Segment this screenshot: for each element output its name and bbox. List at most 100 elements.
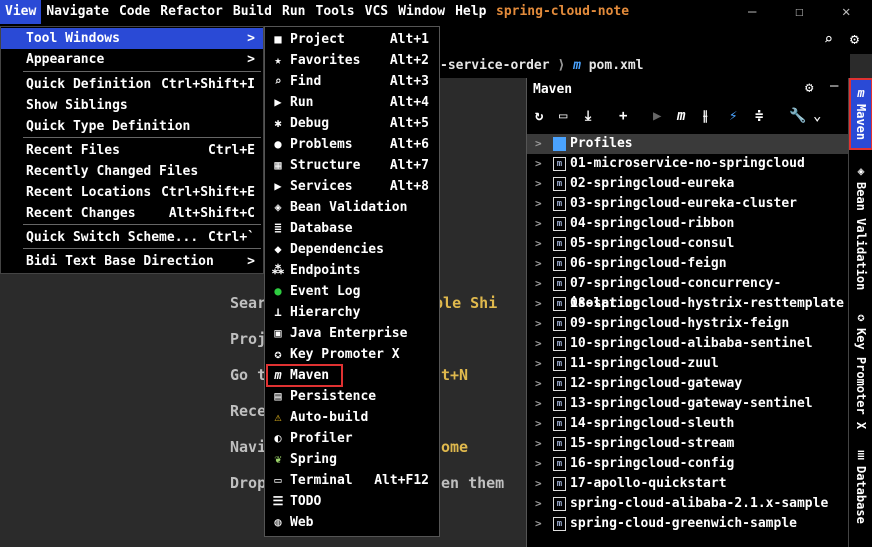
- menu-help[interactable]: Help: [450, 0, 491, 24]
- maven-project-row[interactable]: > m 01-microservice-no-springcloud: [527, 154, 849, 174]
- view-menu-item[interactable]: Recent Files Ctrl+E: [1, 140, 263, 161]
- tool-window-item[interactable]: ▦ Structure Alt+7: [265, 155, 439, 176]
- view-menu-item[interactable]: Show Siblings: [1, 95, 263, 116]
- chevron-right-icon[interactable]: >: [535, 234, 542, 254]
- chevron-right-icon[interactable]: >: [535, 374, 542, 394]
- tool-window-item[interactable]: ▣ Java Enterprise: [265, 323, 439, 344]
- chevron-right-icon[interactable]: >: [535, 354, 542, 374]
- menu-vcs[interactable]: VCS: [360, 0, 393, 24]
- chevron-right-icon[interactable]: >: [535, 394, 542, 414]
- menu-build[interactable]: Build: [228, 0, 277, 24]
- chevron-right-icon[interactable]: >: [535, 274, 542, 294]
- minimize-icon[interactable]: —: [830, 78, 838, 94]
- tool-window-item[interactable]: ◆ Dependencies: [265, 239, 439, 260]
- tool-window-item[interactable]: ▤ Persistence: [265, 386, 439, 407]
- tool-window-item[interactable]: ⊥ Hierarchy: [265, 302, 439, 323]
- tool-window-item[interactable]: ◈ Bean Validation: [265, 197, 439, 218]
- maven-project-row[interactable]: > m 10-springcloud-alibaba-sentinel: [527, 334, 849, 354]
- view-menu-item[interactable]: Recent Changes Alt+Shift+C: [1, 203, 263, 224]
- menu-navigate[interactable]: Navigate: [41, 0, 114, 24]
- chevron-right-icon[interactable]: >: [535, 434, 542, 454]
- view-menu-item[interactable]: Quick Switch Scheme... Ctrl+`: [1, 227, 263, 248]
- tool-window-item[interactable]: ★ Favorites Alt+2: [265, 50, 439, 71]
- view-menu-item[interactable]: Appearance >: [1, 49, 263, 70]
- tool-window-item[interactable]: ▶ Services Alt+8: [265, 176, 439, 197]
- menu-window[interactable]: Window: [393, 0, 450, 24]
- database-tab[interactable]: ≣ Database: [849, 448, 872, 528]
- view-menu-item[interactable]: Quick Definition Ctrl+Shift+I: [1, 74, 263, 95]
- gear-icon[interactable]: ⚙: [805, 80, 813, 96]
- tool-window-item[interactable]: ◐ Profiler: [265, 428, 439, 449]
- close-button[interactable]: ✕: [842, 0, 850, 24]
- menu-refactor[interactable]: Refactor: [155, 0, 228, 24]
- chevron-right-icon[interactable]: >: [535, 454, 542, 474]
- view-menu-item[interactable]: Bidi Text Base Direction >: [1, 251, 263, 272]
- maven-goal-icon[interactable]: m: [677, 108, 685, 124]
- maven-project-row[interactable]: > m 15-springcloud-stream: [527, 434, 849, 454]
- add-folder-icon[interactable]: ▭: [559, 108, 567, 124]
- chevron-right-icon[interactable]: >: [535, 414, 542, 434]
- chevron-right-icon[interactable]: >: [535, 254, 542, 274]
- maven-project-row[interactable]: > m 11-springcloud-zuul: [527, 354, 849, 374]
- menu-run[interactable]: Run: [277, 0, 310, 24]
- menu-view[interactable]: View: [0, 0, 42, 24]
- maven-project-row[interactable]: > m 12-springcloud-gateway: [527, 374, 849, 394]
- chevron-down-icon[interactable]: ⌄: [813, 108, 821, 124]
- tool-window-item[interactable]: ⁂ Endpoints: [265, 260, 439, 281]
- download-icon[interactable]: ⤓: [585, 108, 591, 124]
- tool-window-item[interactable]: ● Event Log: [265, 281, 439, 302]
- view-menu-item[interactable]: Recently Changed Files: [1, 161, 263, 182]
- maven-project-row[interactable]: > m 13-springcloud-gateway-sentinel: [527, 394, 849, 414]
- chevron-right-icon[interactable]: >: [535, 494, 542, 514]
- maven-project-row[interactable]: > m 14-springcloud-sleuth: [527, 414, 849, 434]
- chevron-right-icon[interactable]: >: [535, 314, 542, 334]
- chevron-right-icon[interactable]: >: [535, 214, 542, 234]
- bean-validation-tab[interactable]: ◈ Bean Validation: [849, 164, 872, 292]
- collapse-icon[interactable]: ≑: [755, 108, 763, 124]
- maven-project-row[interactable]: > m 08-springcloud-hystrix-resttemplate: [527, 294, 849, 314]
- maven-project-row[interactable]: > m spring-cloud-alibaba-2.1.x-sample: [527, 494, 849, 514]
- maven-project-row[interactable]: > m 17-apollo-quickstart: [527, 474, 849, 494]
- maven-project-row[interactable]: > m 09-springcloud-hystrix-feign: [527, 314, 849, 334]
- maven-project-row[interactable]: > m 03-springcloud-eureka-cluster: [527, 194, 849, 214]
- wrench-icon[interactable]: 🔧: [789, 108, 806, 124]
- maven-project-row[interactable]: > m 06-springcloud-feign: [527, 254, 849, 274]
- search-icon[interactable]: ⌕: [824, 30, 833, 48]
- plus-icon[interactable]: +: [619, 108, 627, 124]
- tool-window-item[interactable]: ❦ Spring: [265, 449, 439, 470]
- tool-window-item[interactable]: ▶ Run Alt+4: [265, 92, 439, 113]
- run-icon[interactable]: ▶: [653, 108, 661, 124]
- chevron-right-icon[interactable]: >: [535, 514, 542, 534]
- chevron-right-icon[interactable]: >: [535, 174, 542, 194]
- menu-tools[interactable]: Tools: [311, 0, 360, 24]
- tool-window-item[interactable]: ≣ Database: [265, 218, 439, 239]
- view-menu-item[interactable]: Recent Locations Ctrl+Shift+E: [1, 182, 263, 203]
- chevron-right-icon[interactable]: >: [535, 474, 542, 494]
- maven-project-row[interactable]: > m 04-springcloud-ribbon: [527, 214, 849, 234]
- chevron-right-icon[interactable]: >: [535, 294, 542, 314]
- maximize-button[interactable]: ☐: [795, 0, 803, 24]
- chevron-right-icon[interactable]: >: [535, 154, 542, 174]
- view-menu-item[interactable]: Tool Windows >: [1, 28, 263, 49]
- tool-window-item[interactable]: ◍ Web: [265, 512, 439, 533]
- tool-window-item[interactable]: ■ Project Alt+1: [265, 29, 439, 50]
- maven-project-row[interactable]: > m 05-springcloud-consul: [527, 234, 849, 254]
- menu-code[interactable]: Code: [114, 0, 155, 24]
- tool-window-item[interactable]: ☰ TODO: [265, 491, 439, 512]
- tool-window-item[interactable]: ▭ Terminal Alt+F12: [265, 470, 439, 491]
- minimize-button[interactable]: —: [748, 0, 756, 24]
- toggle-offline-icon[interactable]: ⫲: [703, 108, 708, 124]
- refresh-icon[interactable]: ↻: [535, 108, 543, 124]
- breadcrumb-file[interactable]: pom.xml: [589, 58, 644, 73]
- chevron-right-icon[interactable]: >: [535, 194, 542, 214]
- maven-project-row[interactable]: > m 07-springcloud-concurrency-isolation: [527, 274, 849, 311]
- key-promoter-tab[interactable]: ✪ Key Promoter X: [849, 310, 872, 434]
- gear-icon[interactable]: ⚙: [850, 30, 859, 48]
- tool-window-item[interactable]: ⚠ Auto-build: [265, 407, 439, 428]
- tool-window-item[interactable]: ⌕ Find Alt+3: [265, 71, 439, 92]
- view-menu-item[interactable]: Quick Type Definition: [1, 116, 263, 137]
- skip-tests-icon[interactable]: ⚡: [729, 108, 737, 124]
- breadcrumb-module[interactable]: -service-order: [440, 58, 550, 73]
- tool-window-item[interactable]: ● Problems Alt+6: [265, 134, 439, 155]
- tool-window-item[interactable]: ✱ Debug Alt+5: [265, 113, 439, 134]
